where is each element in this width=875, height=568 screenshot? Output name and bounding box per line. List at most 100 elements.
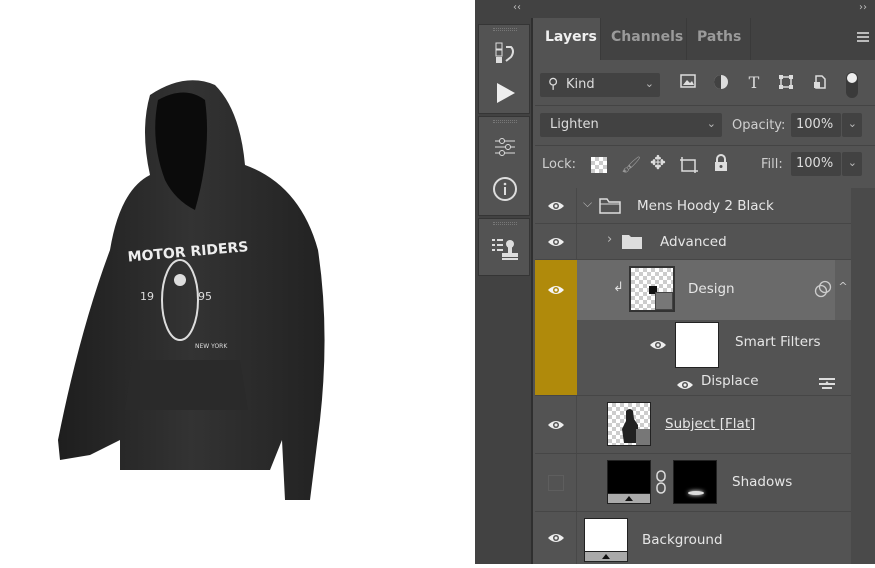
info-icon[interactable] [491,175,519,203]
layer-name: Background [642,532,723,548]
panel-tabs: Layers Channels Paths [535,18,875,60]
pocket [125,360,248,410]
visibility-toggle[interactable] [535,454,577,511]
layer-row-group[interactable]: ⌵ Mens Hoody 2 Black [535,188,851,224]
clone-source-icon[interactable] [491,235,519,263]
layer-name: Displace [701,373,759,389]
lock-label: Lock: [542,157,577,172]
collapse-left-button[interactable]: ‹‹ [513,2,521,13]
chevron-down-icon[interactable]: ⌵ [583,196,592,211]
grip-handle[interactable] [493,222,517,225]
play-actions-icon[interactable] [491,79,519,107]
layer-row-shadows[interactable]: Shadows [535,454,851,512]
panel-menu-icon[interactable] [857,32,869,42]
smart-object-filter-icon[interactable] [811,74,829,92]
hoodie-mockup: MOTOR RIDERS 19 95 NEW YORK [58,80,325,501]
layer-row-filter-displace[interactable]: Displace [535,368,851,396]
layer-row-design[interactable]: ↲ Design ^ [535,260,851,320]
filter-blending-options-icon[interactable] [818,376,836,390]
layer-row-smart-filters[interactable]: Smart Filters [535,320,851,368]
eye-icon [547,201,564,210]
collapse-right-button[interactable]: ›› [859,2,867,13]
eye-icon [547,420,564,429]
lock-image-pixels-icon[interactable]: 🖌 [621,155,641,174]
folder-icon [622,235,642,249]
clipping-mask-icon: ↲ [613,280,624,295]
lock-all-icon[interactable] [713,154,729,176]
panel-topbar: ‹‹ ›› [475,0,875,18]
layer-row-group[interactable]: › Advanced [535,224,851,260]
tab-layers[interactable]: Layers [535,18,601,60]
folder-icon [599,198,621,214]
lock-transparent-pixels-icon[interactable] [591,157,607,173]
layer-name: Subject [Flat] [665,416,756,432]
layer-thumbnail [607,402,651,446]
opacity-input[interactable]: 100% [791,113,841,137]
adjustment-thumbnail [607,460,651,504]
grip-handle[interactable] [493,28,517,31]
layers-scrollbar[interactable] [851,188,875,564]
print-city: NEW YORK [195,343,228,350]
fill-thumbnail [584,518,628,562]
eye-icon [547,534,564,542]
visibility-off-box[interactable] [547,474,564,491]
visibility-toggle[interactable] [535,224,577,259]
chevron-right-icon[interactable]: › [607,232,612,247]
eye-icon [677,381,693,389]
opacity-label: Opacity: [732,118,786,133]
panel-dock [475,18,533,564]
document-canvas[interactable]: MOTOR RIDERS 19 95 NEW YORK [0,0,475,564]
chevron-down-icon: ⌄ [644,77,654,90]
lock-position-icon[interactable]: ✥ [650,152,666,174]
blend-mode-select[interactable]: Lighten ⌄ [540,113,722,137]
opacity-value: 100% [796,117,834,132]
layer-name: Advanced [660,234,727,250]
visibility-toggle[interactable] [535,396,577,453]
eye-icon [650,341,666,349]
filter-mask-thumbnail [675,322,719,368]
fill-dropdown-button[interactable]: ⌄ [842,152,862,176]
visibility-toggle[interactable] [676,376,694,395]
fill-value: 100% [796,156,834,171]
lock-artboard-icon[interactable] [679,156,699,178]
tab-channels[interactable]: Channels [601,18,687,60]
layer-name: Design [688,281,735,297]
layer-row-background[interactable]: Background [535,512,851,564]
adjustment-filter-icon[interactable] [712,74,730,92]
dock-group-2 [478,116,530,216]
visibility-toggle[interactable] [535,260,577,320]
filter-kind-select[interactable]: ⚲ Kind ⌄ [540,73,660,97]
visibility-toggle[interactable] [535,512,577,564]
adjustments-icon[interactable] [491,133,519,161]
layers-panel-body: Layers Channels Paths ⚲ Kind ⌄ T Lighten… [535,18,875,564]
fill-input[interactable]: 100% [791,152,841,176]
history-icon[interactable] [491,39,519,67]
layer-row-subject[interactable]: Subject [Flat] [535,396,851,454]
chevron-down-icon: ⌄ [847,117,857,130]
collapse-effects-button[interactable]: ^ [835,260,851,320]
chevron-down-icon: ⌄ [847,156,857,169]
link-icon[interactable] [655,470,667,494]
shape-filter-icon[interactable] [777,74,795,92]
image-filter-icon[interactable] [679,74,697,92]
chevron-down-icon: ⌄ [706,117,716,130]
dock-group-3 [478,218,530,276]
type-filter-icon[interactable]: T [745,74,763,92]
visibility-toggle[interactable] [649,336,667,355]
blend-mode-value: Lighten [550,117,599,132]
dock-group-1 [478,24,530,114]
filter-toggle[interactable] [846,72,858,98]
grip-handle[interactable] [493,120,517,123]
opacity-dropdown-button[interactable]: ⌄ [842,113,862,137]
highlight-strip [535,320,577,368]
visibility-toggle[interactable] [535,188,577,223]
layer-name: Smart Filters [735,334,821,350]
layer-name: Mens Hoody 2 Black [637,198,774,214]
fill-label: Fill: [761,157,783,172]
layers-panel: ‹‹ ›› Layers Channels Paths ⚲ Kind ⌄ T L… [475,0,875,564]
search-icon: ⚲ [548,76,559,92]
print-year-right: 95 [198,290,212,303]
tab-paths[interactable]: Paths [687,18,751,60]
mask-thumbnail [673,460,717,504]
eye-icon [547,237,564,246]
